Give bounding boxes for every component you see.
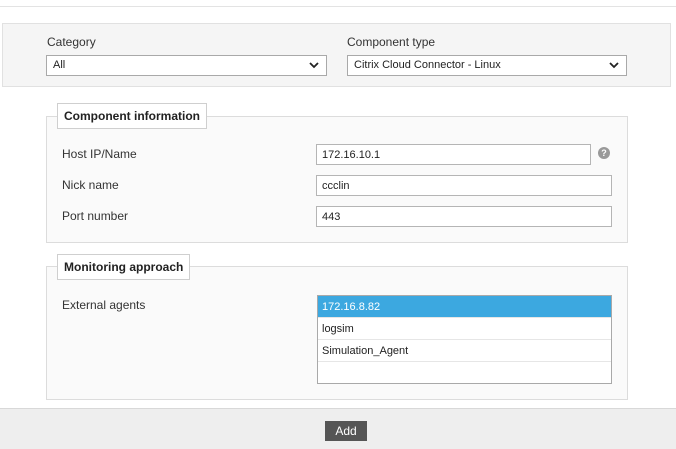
monitoring-approach-legend: Monitoring approach [57,254,191,280]
category-select-value: All [53,59,66,71]
component-type-label: Component type [347,35,436,49]
external-agents-label: External agents [62,298,146,312]
category-label: Category [47,35,96,49]
component-information-legend: Component information [57,103,207,129]
list-item[interactable]: logsim [318,318,611,340]
port-number-input[interactable]: 443 [316,206,612,227]
help-icon[interactable]: ? [598,147,610,159]
chevron-down-icon [309,62,319,69]
filter-bar: Category All Component type Citrix Cloud… [2,23,671,87]
nick-name-input[interactable]: ccclin [316,175,612,196]
add-button[interactable]: Add [325,421,367,441]
external-agents-listbox[interactable]: 172.16.8.82 logsim Simulation_Agent [317,295,612,384]
top-divider [0,6,676,7]
chevron-down-icon [609,62,619,69]
list-item[interactable]: Simulation_Agent [318,340,611,362]
nick-name-label: Nick name [62,178,119,192]
component-type-select-value: Citrix Cloud Connector - Linux [354,59,501,71]
footer-bar: Add [0,408,676,449]
component-type-select[interactable]: Citrix Cloud Connector - Linux [347,55,627,76]
host-ip-input[interactable]: 172.16.10.1 [316,144,591,165]
host-ip-label: Host IP/Name [62,147,137,161]
port-number-label: Port number [62,209,129,223]
category-select[interactable]: All [46,55,327,76]
list-item[interactable]: 172.16.8.82 [318,296,611,318]
